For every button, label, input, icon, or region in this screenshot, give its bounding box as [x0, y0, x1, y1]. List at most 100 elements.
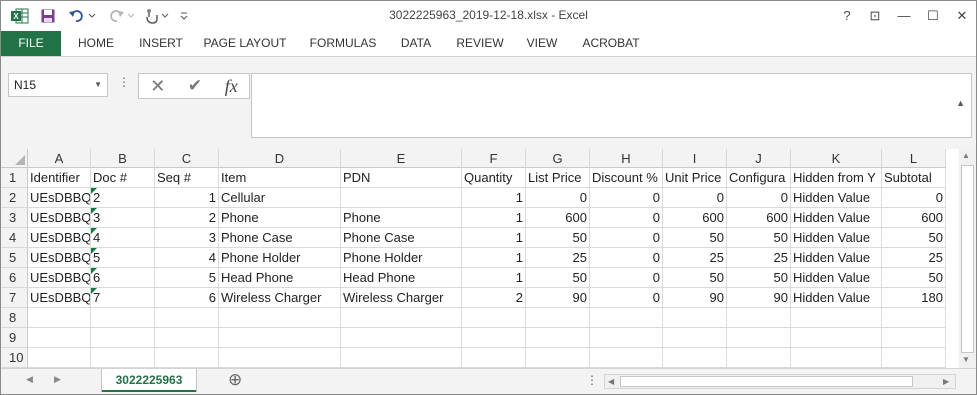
cell-c4[interactable]: 3	[155, 228, 219, 248]
cell-j8[interactable]	[727, 308, 791, 328]
cell-b9[interactable]	[91, 328, 155, 348]
horizontal-scroll-thumb[interactable]	[620, 376, 913, 387]
cell-c8[interactable]	[155, 308, 219, 328]
column-header-d[interactable]: D	[219, 149, 341, 168]
cell-h1[interactable]: Discount %	[590, 168, 663, 188]
column-header-l[interactable]: L	[882, 149, 946, 168]
cell-d2[interactable]: Cellular	[219, 188, 341, 208]
cell-i5[interactable]: 25	[663, 248, 727, 268]
cell-i2[interactable]: 0	[663, 188, 727, 208]
cell-j5[interactable]: 25	[727, 248, 791, 268]
cell-f5[interactable]: 1	[462, 248, 526, 268]
cell-j10[interactable]	[727, 348, 791, 368]
row-header-4[interactable]: 4	[1, 228, 28, 248]
cell-b8[interactable]	[91, 308, 155, 328]
column-header-c[interactable]: C	[155, 149, 219, 168]
row-header-1[interactable]: 1	[1, 168, 28, 188]
column-header-g[interactable]: G	[526, 149, 590, 168]
cell-f7[interactable]: 2	[462, 288, 526, 308]
cell-f6[interactable]: 1	[462, 268, 526, 288]
cell-h5[interactable]: 0	[590, 248, 663, 268]
cell-d10[interactable]	[219, 348, 341, 368]
vertical-scroll-thumb[interactable]	[961, 165, 974, 353]
cell-b4[interactable]: 4	[91, 228, 155, 248]
cell-f2[interactable]: 1	[462, 188, 526, 208]
cell-j3[interactable]: 600	[727, 208, 791, 228]
cell-f10[interactable]	[462, 348, 526, 368]
cell-l5[interactable]: 25	[882, 248, 946, 268]
cell-a2[interactable]: UEsDBBQA	[28, 188, 91, 208]
row-header-5[interactable]: 5	[1, 248, 28, 268]
scroll-left-icon[interactable]: ◀	[608, 377, 614, 386]
cell-g6[interactable]: 50	[526, 268, 590, 288]
cell-j4[interactable]: 50	[727, 228, 791, 248]
tab-insert[interactable]: INSERT	[132, 31, 190, 56]
cell-l1[interactable]: Subtotal	[882, 168, 946, 188]
cell-j7[interactable]: 90	[727, 288, 791, 308]
formula-input[interactable]: ▲	[251, 73, 972, 138]
cell-c3[interactable]: 2	[155, 208, 219, 228]
cell-b10[interactable]	[91, 348, 155, 368]
cell-k5[interactable]: Hidden Value	[791, 248, 882, 268]
tab-formulas[interactable]: FORMULAS	[303, 31, 383, 56]
cell-c2[interactable]: 1	[155, 188, 219, 208]
cell-b2[interactable]: 2	[91, 188, 155, 208]
cell-l8[interactable]	[882, 308, 946, 328]
enter-icon[interactable]: ✔	[188, 76, 202, 96]
cell-f8[interactable]	[462, 308, 526, 328]
cell-k8[interactable]	[791, 308, 882, 328]
cell-k2[interactable]: Hidden Value	[791, 188, 882, 208]
cell-h2[interactable]: 0	[590, 188, 663, 208]
cell-e8[interactable]	[341, 308, 462, 328]
chevron-down-icon[interactable]: ▼	[94, 74, 102, 96]
cell-l3[interactable]: 600	[882, 208, 946, 228]
column-header-e[interactable]: E	[341, 149, 462, 168]
cell-b6[interactable]: 6	[91, 268, 155, 288]
cell-a6[interactable]: UEsDBBQA	[28, 268, 91, 288]
cell-g7[interactable]: 90	[526, 288, 590, 308]
cell-d5[interactable]: Phone Holder	[219, 248, 341, 268]
cell-c5[interactable]: 4	[155, 248, 219, 268]
cell-h10[interactable]	[590, 348, 663, 368]
cell-a5[interactable]: UEsDBBQA	[28, 248, 91, 268]
cell-g10[interactable]	[526, 348, 590, 368]
cell-i9[interactable]	[663, 328, 727, 348]
collapse-formula-bar-icon[interactable]: ▲	[956, 98, 965, 108]
cell-d3[interactable]: Phone	[219, 208, 341, 228]
cell-a10[interactable]	[28, 348, 91, 368]
cell-c1[interactable]: Seq #	[155, 168, 219, 188]
cell-i6[interactable]: 50	[663, 268, 727, 288]
scroll-right-icon[interactable]: ▶	[943, 377, 949, 386]
cell-i4[interactable]: 50	[663, 228, 727, 248]
cell-i3[interactable]: 600	[663, 208, 727, 228]
tab-data[interactable]: DATA	[393, 31, 439, 56]
close-button[interactable]: ✕	[950, 5, 974, 27]
cell-g9[interactable]	[526, 328, 590, 348]
horizontal-scrollbar[interactable]: ◀ ▶	[604, 374, 956, 389]
cell-k4[interactable]: Hidden Value	[791, 228, 882, 248]
row-header-2[interactable]: 2	[1, 188, 28, 208]
insert-function-icon[interactable]: fx	[225, 76, 238, 97]
cell-l10[interactable]	[882, 348, 946, 368]
cell-b1[interactable]: Doc #	[91, 168, 155, 188]
cell-d7[interactable]: Wireless Charger	[219, 288, 341, 308]
cell-l2[interactable]: 0	[882, 188, 946, 208]
formula-bar-resize-handle[interactable]: ⋮	[118, 75, 130, 89]
help-button[interactable]: ?	[835, 5, 859, 27]
cell-c7[interactable]: 6	[155, 288, 219, 308]
scroll-down-icon[interactable]: ▼	[962, 355, 970, 364]
cell-f3[interactable]: 1	[462, 208, 526, 228]
cell-e2[interactable]	[341, 188, 462, 208]
cell-c10[interactable]	[155, 348, 219, 368]
cell-f1[interactable]: Quantity	[462, 168, 526, 188]
cell-h7[interactable]: 0	[590, 288, 663, 308]
cell-k9[interactable]	[791, 328, 882, 348]
cell-c6[interactable]: 5	[155, 268, 219, 288]
cell-e4[interactable]: Phone Case	[341, 228, 462, 248]
scroll-up-icon[interactable]: ▲	[962, 151, 970, 160]
cell-k1[interactable]: Hidden from Y	[791, 168, 882, 188]
minimize-button[interactable]: —	[892, 5, 916, 27]
row-header-8[interactable]: 8	[1, 308, 28, 328]
cell-i7[interactable]: 90	[663, 288, 727, 308]
row-header-6[interactable]: 6	[1, 268, 28, 288]
